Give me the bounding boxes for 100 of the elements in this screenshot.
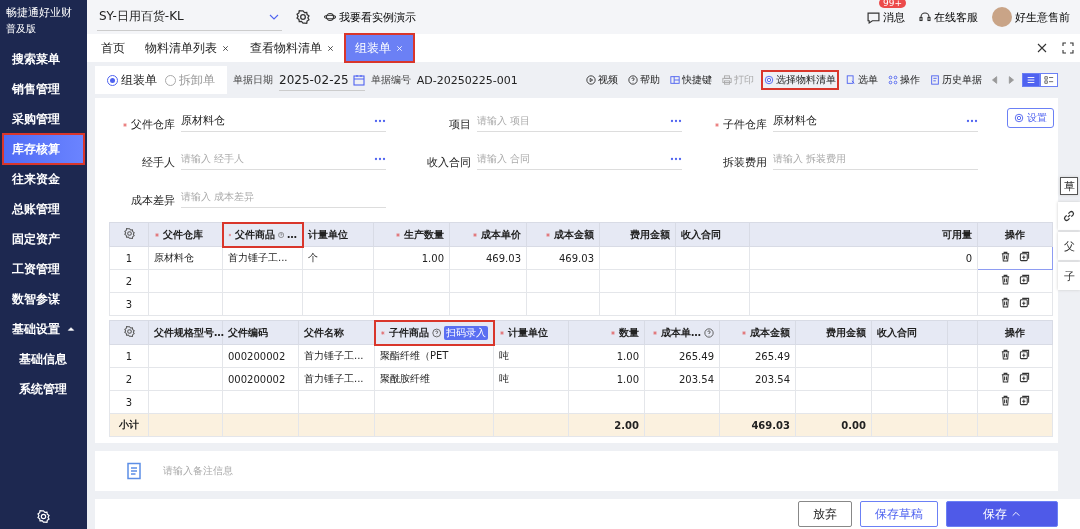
toolbar-button[interactable]: 快捷键 (668, 71, 714, 89)
field-label: 父件仓库 (109, 117, 175, 132)
demo-link[interactable]: 我要看实例演示 (324, 9, 416, 25)
required-icon (122, 121, 128, 128)
required-icon (714, 121, 720, 128)
memo-icon (125, 462, 143, 480)
calendar-icon (352, 73, 365, 86)
sidebar-item[interactable]: 系统管理 (3, 374, 84, 404)
document-number: AD-20250225-001 (416, 73, 518, 87)
chat-icon (867, 10, 880, 24)
close-icon[interactable] (1036, 42, 1048, 55)
toolbar-button[interactable]: 选择物料清单 (762, 71, 838, 89)
copy-plus-icon (1019, 349, 1030, 360)
trash-icon (1000, 349, 1011, 360)
required-icon (741, 329, 747, 336)
copy-plus-icon (1019, 372, 1030, 383)
printer-icon (722, 75, 732, 85)
sidebar-item[interactable]: 数智参谋 (3, 284, 84, 314)
side-tool-button[interactable]: 子 (1058, 262, 1080, 290)
field-label: 成本差异 (130, 193, 175, 208)
fullscreen-icon[interactable] (1062, 42, 1074, 55)
field-label: 拆装费用 (722, 155, 767, 170)
required-icon (499, 329, 505, 336)
close-icon[interactable] (221, 43, 230, 53)
side-tool-button[interactable]: 草 (1060, 177, 1078, 195)
column-header: 成本单价 (449, 222, 527, 247)
sidebar-item[interactable]: 搜索菜单 (3, 44, 84, 74)
column-header: 父件编码 (222, 320, 299, 345)
field-label: 单据编号 (370, 73, 411, 87)
sidebar-item[interactable]: 总账管理 (3, 194, 84, 224)
close-icon[interactable] (326, 43, 335, 53)
row-number: 1 (109, 246, 149, 270)
toolbar-button[interactable]: 视频 (584, 71, 620, 89)
sidebar-item[interactable]: 库存核算 (3, 134, 84, 164)
sidebar-item[interactable]: 销售管理 (3, 74, 84, 104)
save-draft-button[interactable]: 保存草稿 (860, 501, 938, 527)
tab[interactable]: 首页 (91, 34, 135, 62)
table-cell: 聚酯纤维（PET (374, 344, 494, 368)
caret-up-icon (67, 325, 75, 333)
radio-option[interactable]: 组装单 (107, 71, 157, 89)
user-menu[interactable]: 好生意售前 (992, 7, 1070, 28)
link-icon (1062, 209, 1076, 223)
sidebar-item[interactable]: 基础信息 (3, 344, 84, 374)
copy-plus-icon (1019, 251, 1030, 262)
column-header: 子件商品 扫码录入 (374, 320, 494, 345)
list-icon (1026, 75, 1036, 85)
list-view-button[interactable] (1022, 73, 1040, 87)
date-field[interactable]: 2025-02-25 (279, 69, 365, 91)
input-field[interactable]: 原材料仓 (773, 110, 978, 132)
document-icon (930, 75, 940, 85)
support-button[interactable]: 在线客服 (919, 9, 978, 25)
discard-button[interactable]: 放弃 (798, 501, 852, 527)
headset-icon (919, 11, 931, 24)
settings-button[interactable]: 设置 (1007, 108, 1054, 128)
document-icon (846, 75, 856, 85)
column-header: 成本金额 (526, 222, 600, 247)
sidebar-item[interactable]: 基础设置 (3, 314, 84, 344)
scan-entry-tag[interactable]: 扫码录入 (444, 325, 488, 340)
toolbar-button[interactable]: 历史单据 (928, 71, 984, 89)
tab[interactable]: 物料清单列表 (135, 34, 240, 62)
column-header: 生产数量 (373, 222, 450, 247)
column-header: 成本金额 (719, 320, 796, 345)
column-header: 数量 (568, 320, 645, 345)
help-icon (704, 327, 714, 338)
caret-up-icon (1011, 509, 1021, 519)
column-header: 费用金额 (599, 222, 676, 247)
sidebar-item[interactable]: 固定资产 (3, 224, 84, 254)
side-tool-button[interactable]: 父 (1058, 232, 1080, 260)
required-icon (610, 329, 616, 336)
column-header: 操作 (977, 222, 1053, 247)
messages-button[interactable]: 消息 (867, 9, 905, 25)
sidebar-item[interactable]: 工资管理 (3, 254, 84, 284)
field-label: 经手人 (141, 155, 175, 170)
row-number: 2 (109, 269, 149, 293)
toolbar-button[interactable]: 操作 (886, 71, 922, 89)
trash-icon (1000, 274, 1011, 285)
field-label: 收入合同 (426, 155, 471, 170)
column-header: 成本单… (644, 320, 720, 345)
help-icon (431, 327, 441, 338)
toolbar-button[interactable]: 选单 (844, 71, 880, 89)
row-number: 2 (109, 367, 149, 391)
column-header: 计量单位 (302, 222, 374, 247)
row-number: 3 (109, 292, 149, 316)
company-select[interactable]: SY-日用百货-KL (97, 3, 282, 32)
trash-icon (1000, 251, 1011, 262)
column-header: 收入合同 (675, 222, 750, 247)
side-tool-button[interactable] (1058, 202, 1080, 230)
brand-name: 畅捷通好业财 (6, 6, 73, 20)
save-button[interactable]: 保存 (946, 501, 1058, 527)
column-header: 操作 (977, 320, 1053, 345)
sidebar-item[interactable]: 采购管理 (3, 104, 84, 134)
required-icon (154, 231, 160, 238)
column-header: 父件商品 … (222, 222, 303, 247)
toolbar-button[interactable]: 帮助 (626, 71, 662, 89)
column-header: 计量单位 (493, 320, 569, 345)
sidebar-item[interactable]: 往来资金 (3, 164, 84, 194)
tab[interactable]: 查看物料清单 (240, 34, 345, 62)
trash-icon (1000, 372, 1011, 383)
detail-view-button[interactable] (1040, 73, 1058, 87)
input-field[interactable]: 原材料仓 (181, 110, 386, 132)
